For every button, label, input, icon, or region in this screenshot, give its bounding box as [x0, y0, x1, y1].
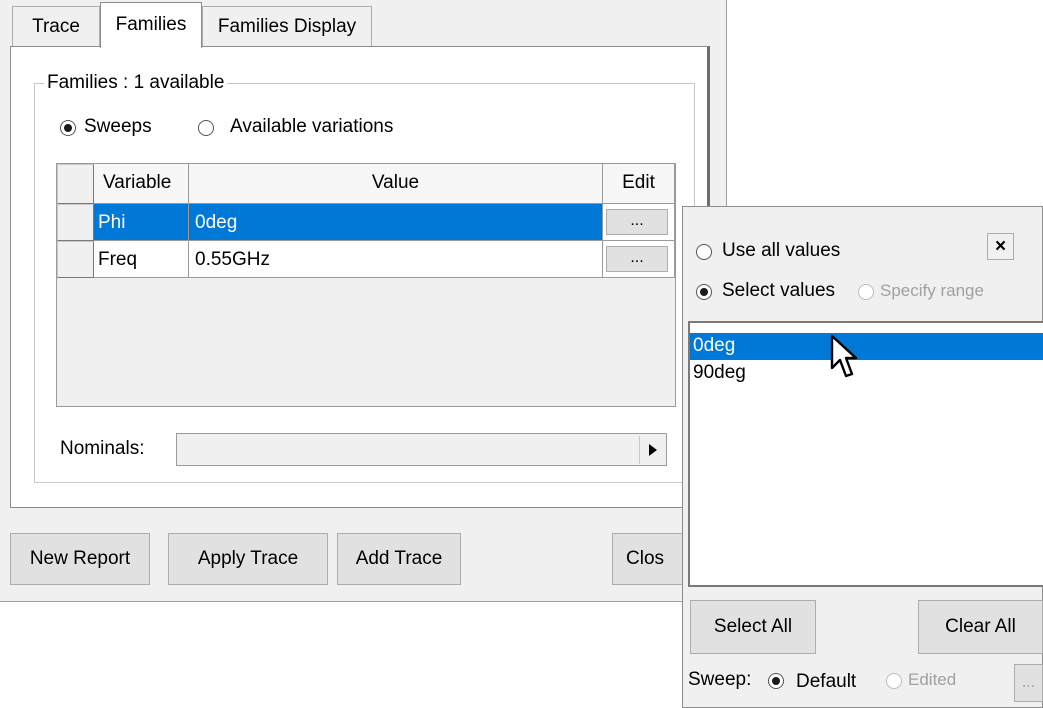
grid-corner-header [57, 164, 94, 204]
clear-all-button[interactable]: Clear All [918, 600, 1043, 654]
available-variations-radio[interactable]: Available variations [198, 116, 438, 140]
use-all-values-radio-dot[interactable] [696, 244, 712, 260]
column-header-edit-label: Edit [622, 172, 655, 193]
specify-range-label: Specify range [880, 281, 984, 300]
sweep-default-radio[interactable]: Default [768, 669, 878, 695]
table-row-edit-cell: ... [603, 204, 675, 241]
table-row-edit-cell: ... [603, 241, 675, 278]
nominals-label: Nominals: [60, 438, 145, 459]
specify-range-radio-dot[interactable] [858, 284, 874, 300]
triangle-right-icon[interactable] [639, 436, 665, 464]
list-item-label: 0deg [693, 335, 736, 356]
tab-families-label: Families [115, 14, 187, 35]
column-header-edit[interactable]: Edit [603, 164, 675, 204]
close-icon[interactable]: × [987, 233, 1014, 260]
row-header-1[interactable] [57, 204, 94, 241]
sweep-edit-button[interactable]: ... [1014, 664, 1043, 702]
column-header-value[interactable]: Value [189, 164, 603, 204]
table-row-value-cell[interactable]: 0.55GHz [189, 241, 603, 278]
sweep-default-radio-dot[interactable] [768, 673, 784, 689]
value-freq: 0.55GHz [195, 249, 270, 270]
add-trace-button[interactable]: Add Trace [337, 533, 461, 585]
families-group-title: Families : 1 available [44, 72, 228, 94]
mouse-pointer-icon [830, 334, 858, 378]
table-row-variable-cell[interactable]: Freq [94, 241, 189, 278]
table-row-variable-cell[interactable]: Phi [94, 204, 189, 241]
sweep-label: Sweep: [688, 669, 752, 690]
variables-grid: Variable Value Edit Phi 0deg ... Freq 0.… [56, 163, 676, 407]
tab-families-display-label: Families Display [217, 16, 357, 37]
list-item-label: 90deg [693, 362, 746, 383]
edit-phi-button[interactable]: ... [606, 209, 668, 235]
use-all-values-label: Use all values [722, 240, 841, 261]
column-header-variable[interactable]: Variable [94, 164, 189, 204]
tab-trace-label: Trace [32, 16, 80, 37]
sweep-edited-radio[interactable]: Edited [886, 669, 986, 695]
edit-freq-button[interactable]: ... [606, 246, 668, 272]
select-all-button[interactable]: Select All [690, 600, 816, 654]
column-header-value-label: Value [371, 172, 420, 193]
specify-range-radio[interactable]: Specify range [858, 280, 1043, 304]
list-item[interactable]: 90deg [690, 360, 1043, 387]
sweep-edited-radio-dot[interactable] [886, 673, 902, 689]
table-row-value-cell[interactable]: 0deg [189, 204, 603, 241]
use-all-values-radio[interactable]: Use all values [696, 240, 896, 264]
sweeps-radio-label: Sweeps [84, 116, 152, 137]
tab-families[interactable]: Families [100, 2, 202, 48]
new-report-button[interactable]: New Report [10, 533, 150, 585]
variable-freq: Freq [98, 249, 138, 270]
row-header-2[interactable] [57, 241, 94, 278]
values-listbox[interactable]: 0deg 90deg [688, 321, 1043, 587]
sweeps-radio[interactable]: Sweeps [60, 116, 180, 140]
list-item[interactable]: 0deg [690, 333, 1043, 360]
nominals-field[interactable] [176, 433, 667, 466]
sweep-default-label: Default [796, 671, 857, 692]
tab-families-display[interactable]: Families Display [202, 6, 372, 46]
column-header-variable-label: Variable [103, 172, 172, 193]
variable-phi: Phi [98, 212, 126, 233]
available-variations-radio-dot[interactable] [198, 120, 214, 136]
select-values-radio[interactable]: Select values [696, 280, 856, 304]
available-variations-radio-label: Available variations [230, 116, 394, 137]
sweeps-radio-dot[interactable] [60, 120, 76, 136]
select-values-radio-dot[interactable] [696, 284, 712, 300]
sweep-edited-label: Edited [908, 670, 957, 689]
apply-trace-button[interactable]: Apply Trace [168, 533, 328, 585]
select-values-label: Select values [722, 280, 836, 301]
tab-trace[interactable]: Trace [12, 6, 100, 46]
value-phi: 0deg [195, 212, 238, 233]
